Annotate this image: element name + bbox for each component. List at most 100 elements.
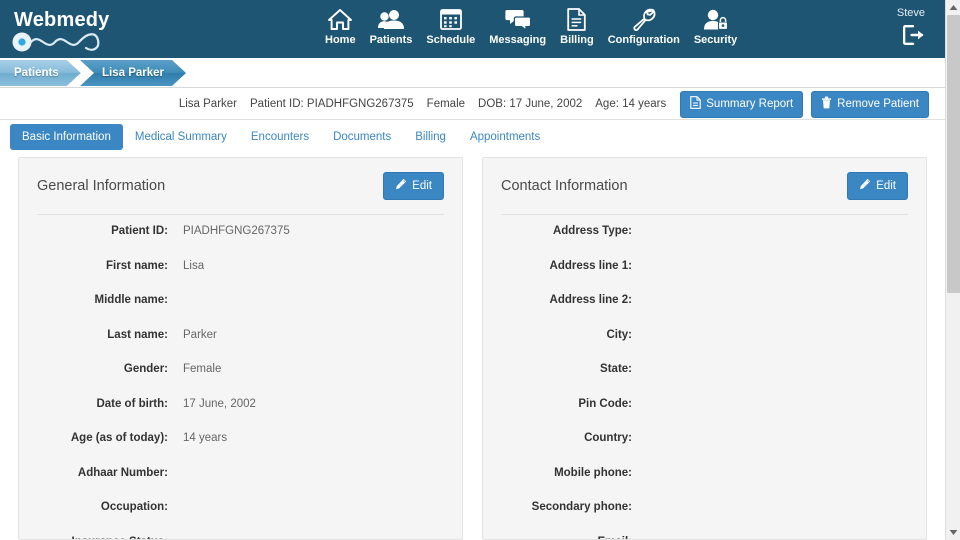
patient-gender: Female — [426, 98, 466, 110]
nav-label: Home — [325, 34, 356, 46]
field-label: Date of birth: — [96, 397, 168, 410]
field-label: Address line 2: — [549, 294, 632, 306]
field-row: Email: — [501, 526, 908, 540]
user-name: Steve — [896, 7, 925, 19]
age-value: 14 years — [622, 98, 667, 110]
edit-contact-information-button[interactable]: Edit — [847, 172, 908, 200]
field-label: Middle name: — [94, 294, 168, 306]
breadcrumb-item-patients[interactable]: Patients — [0, 60, 81, 86]
edit-general-information-button[interactable]: Edit — [383, 172, 444, 200]
remove-patient-label: Remove Patient — [837, 98, 919, 110]
field-row: City: — [501, 319, 908, 354]
field-label: Adhaar Number: — [77, 466, 168, 479]
contact-information-card: Contact Information Edit Address Type: A… — [482, 157, 927, 540]
age-label: Age: — [595, 98, 619, 110]
field-label: Mobile phone: — [554, 466, 632, 479]
nav-item-messaging[interactable]: Messaging — [482, 4, 553, 48]
field-label: First name: — [106, 259, 168, 272]
tab-label: Medical Summary — [134, 131, 227, 143]
field-label: Age (as of today): — [70, 432, 168, 444]
messages-icon — [505, 7, 531, 31]
dob-label: DOB: — [478, 98, 507, 110]
nav-item-schedule[interactable]: Schedule — [419, 4, 482, 48]
nav-item-billing[interactable]: Billing — [553, 4, 601, 48]
breadcrumb: Patients Lisa Parker — [0, 58, 945, 88]
nav-label: Schedule — [426, 34, 476, 46]
tab-encounters[interactable]: Encounters — [239, 124, 321, 150]
nav-item-patients[interactable]: Patients — [363, 4, 420, 48]
nav-label: Messaging — [489, 34, 547, 46]
breadcrumb-label: Lisa Parker — [102, 67, 165, 79]
webmedy-logo[interactable]: Webmedy — [12, 10, 122, 52]
tab-label: Encounters — [250, 131, 310, 143]
nav-item-configuration[interactable]: Configuration — [601, 4, 687, 48]
pencil-icon — [395, 178, 407, 194]
field-label: Patient ID: — [111, 225, 168, 237]
page-scrollbar[interactable] — [945, 0, 960, 540]
patient-id-label: Patient ID: — [250, 98, 304, 110]
trash-icon — [821, 96, 832, 113]
edit-label: Edit — [412, 180, 432, 192]
field-label: Address line 1: — [549, 259, 632, 272]
logout-icon[interactable] — [835, 25, 925, 45]
card-header: Contact Information Edit — [501, 158, 908, 215]
field-row: Mobile phone: — [501, 457, 908, 492]
chevron-down-icon[interactable] — [946, 525, 960, 540]
tab-basic-information[interactable]: Basic Information — [10, 124, 123, 150]
tab-label: Documents — [333, 131, 392, 143]
patient-info-group: Lisa Parker Patient ID: PIADHFGNG267375 … — [179, 98, 666, 110]
scrollbar-thumb[interactable] — [947, 15, 960, 293]
field-row: Patient ID: PIADHFGNG267375 — [37, 215, 444, 250]
app-header: Webmedy Home Patients Schedule Messaging… — [0, 0, 945, 58]
patients-icon — [377, 7, 404, 31]
field-label: Last name: — [107, 328, 168, 341]
field-row: Address line 1: — [501, 250, 908, 285]
field-row: Secondary phone: — [501, 491, 908, 526]
remove-patient-button[interactable]: Remove Patient — [811, 90, 929, 118]
dob-value: 17 June, 2002 — [509, 98, 583, 110]
pencil-icon — [859, 178, 871, 194]
patient-id-value: PIADHFGNG267375 — [306, 98, 414, 110]
tab-documents[interactable]: Documents — [321, 124, 403, 150]
field-row: Gender: Female — [37, 353, 444, 388]
field-row: State: — [501, 353, 908, 388]
wave-logo-icon — [12, 32, 100, 52]
field-label: Address Type: — [552, 225, 632, 237]
nav-label: Patients — [369, 34, 413, 46]
tab-billing[interactable]: Billing — [403, 124, 458, 150]
tab-medical-summary[interactable]: Medical Summary — [123, 124, 239, 150]
field-row: Address line 2: — [501, 284, 908, 319]
patient-summary-bar: Lisa Parker Patient ID: PIADHFGNG267375 … — [0, 89, 945, 120]
tab-label: Billing — [415, 131, 446, 143]
field-row: Insurance Status: — [37, 526, 444, 540]
field-row: First name: Lisa — [37, 250, 444, 285]
field-row: Date of birth: 17 June, 2002 — [37, 388, 444, 423]
home-icon — [328, 7, 353, 31]
wrench-icon — [632, 7, 656, 31]
patient-age-field: Age: 14 years — [595, 98, 666, 110]
tab-appointments[interactable]: Appointments — [458, 124, 552, 150]
field-row: Middle name: — [37, 284, 444, 319]
main-navigation: Home Patients Schedule Messaging Billing… — [318, 4, 744, 48]
breadcrumb-item-current[interactable]: Lisa Parker — [80, 60, 186, 86]
edit-label: Edit — [876, 180, 896, 192]
field-label: Secondary phone: — [531, 501, 632, 513]
card-header: General Information Edit — [37, 158, 444, 215]
chevron-up-icon[interactable] — [946, 0, 960, 15]
field-row: Country: — [501, 422, 908, 457]
nav-item-security[interactable]: Security — [687, 4, 744, 48]
page-root: Webmedy Home Patients Schedule Messaging… — [0, 0, 960, 540]
calendar-icon — [439, 7, 462, 31]
user-area: Steve — [835, 6, 925, 45]
breadcrumb-label: Patients — [14, 67, 59, 79]
summary-report-button[interactable]: Summary Report — [680, 90, 804, 118]
field-row: Pin Code: — [501, 388, 908, 423]
field-label: Pin Code: — [578, 397, 632, 410]
field-value: 14 years — [183, 432, 228, 444]
field-label: Occupation: — [100, 501, 168, 513]
card-title: Contact Information — [501, 178, 628, 194]
nav-item-home[interactable]: Home — [318, 4, 363, 48]
logo-text: Webmedy — [14, 9, 110, 31]
card-title: General Information — [37, 178, 166, 194]
patient-name: Lisa Parker — [178, 98, 238, 110]
